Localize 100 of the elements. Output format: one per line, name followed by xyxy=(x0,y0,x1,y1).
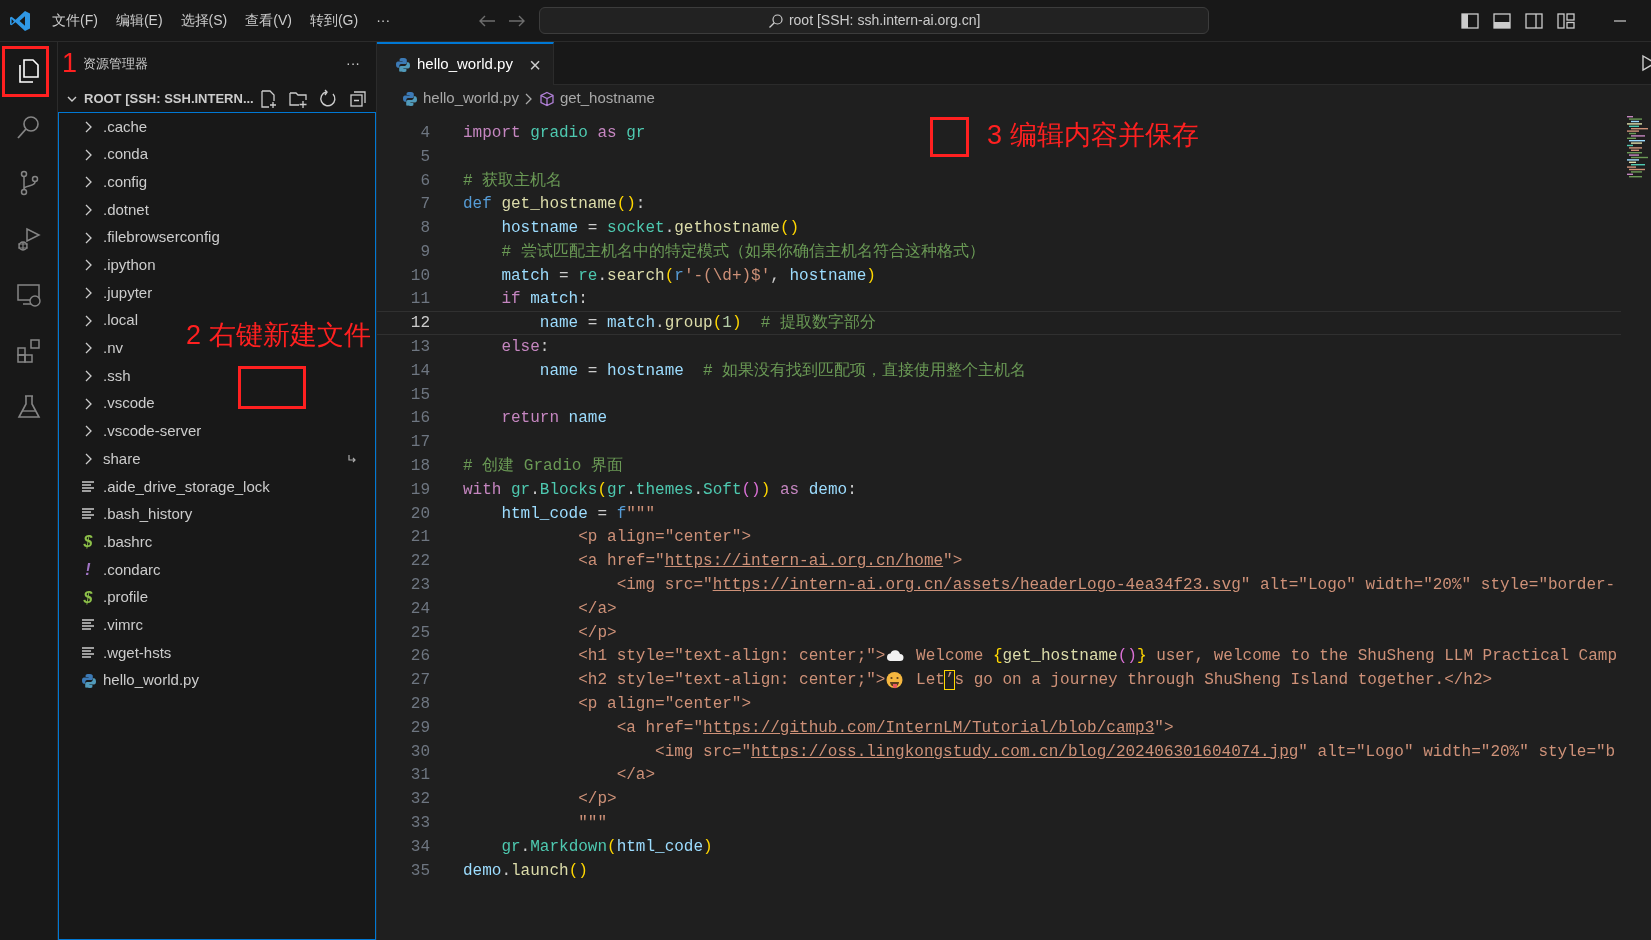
highlight-box xyxy=(930,117,969,157)
folder-header[interactable]: ROOT [SSH: SSH.INTERN... xyxy=(84,88,254,109)
folder-item[interactable]: .vscode xyxy=(103,392,155,415)
line-number: 12 xyxy=(409,313,430,335)
code-line: def get_hostname(): xyxy=(463,194,646,216)
folder-item[interactable]: .conda xyxy=(103,143,149,166)
line-number: 26 xyxy=(409,646,430,668)
menu-item[interactable]: ··· xyxy=(367,7,400,34)
app-logo-icon xyxy=(9,9,31,32)
folder-item[interactable]: .nv xyxy=(103,337,123,360)
code-line: demo.launch() xyxy=(463,860,588,882)
folder-item[interactable]: .jupyter xyxy=(103,281,153,305)
line-number: 33 xyxy=(409,813,430,834)
file-item[interactable]: .bashrc xyxy=(103,530,153,554)
code-line: <h2 style="text-align: center;"> xyxy=(577,670,886,692)
line-number: 24 xyxy=(409,598,430,620)
code-line: html_code = f""" xyxy=(500,503,656,525)
more-actions-button[interactable]: ··· xyxy=(346,53,360,74)
exclamation-icon: ! xyxy=(81,557,95,582)
menu-item[interactable]: 查看(V) xyxy=(236,7,301,34)
close-button[interactable]: × xyxy=(529,54,541,75)
python-icon xyxy=(81,672,97,689)
line-number: 18 xyxy=(409,456,430,478)
folder-item[interactable]: .ipython xyxy=(103,254,156,277)
line-number: 5 xyxy=(419,146,430,168)
text-file-icon xyxy=(81,645,95,660)
code-line: name = hostname # 如果没有找到匹配项，直接使用整个主机名 xyxy=(538,360,1027,382)
code-line: Welcome {get_hostname()} user, welcome to the ShuSheng LLM Practical Camp xyxy=(915,646,1617,668)
code-line: gr.Markdown(html_code) xyxy=(500,836,713,858)
annotation-label: 3 编辑内容并保存 xyxy=(987,122,1199,149)
editor-tab[interactable]: hello_world.py × xyxy=(377,42,554,85)
refresh-icon[interactable] xyxy=(318,88,338,109)
new-file-icon[interactable] xyxy=(258,88,278,109)
line-number: 15 xyxy=(409,384,430,406)
folder-item[interactable]: .ssh xyxy=(103,364,131,388)
menu-item[interactable]: 选择(S) xyxy=(171,7,237,34)
minimap-drawing xyxy=(1627,116,1651,180)
highlight-box xyxy=(2,46,49,97)
code-line: with gr.Blocks(gr.themes.Soft()) as demo: xyxy=(463,479,857,501)
folder-item[interactable]: .cache xyxy=(103,115,148,139)
code-line: <p align="center"> xyxy=(577,694,752,716)
line-number: 25 xyxy=(409,622,430,644)
line-number: 16 xyxy=(409,408,430,430)
file-item[interactable]: .bash_history xyxy=(103,503,193,526)
code-line: <h1 style="text-align: center;"> xyxy=(577,646,886,668)
folder-item[interactable]: .config xyxy=(103,170,148,194)
dollar-icon: $ xyxy=(81,530,95,555)
line-number: 6 xyxy=(419,170,430,192)
smiley-icon xyxy=(885,671,905,690)
menu-item[interactable]: 转到(G) xyxy=(300,7,368,34)
file-item[interactable]: .vimrc xyxy=(103,613,143,637)
text-file-icon xyxy=(81,479,95,494)
folder-item[interactable]: .vscode-server xyxy=(103,420,202,443)
file-item[interactable]: .wget-hsts xyxy=(103,641,172,665)
panel-layout-icon[interactable] xyxy=(1493,12,1511,29)
line-number: 17 xyxy=(409,432,430,454)
code-line: """ xyxy=(577,813,608,834)
code-line: name = match.group(1) # 提取数字部分 xyxy=(538,312,876,335)
text-file-icon xyxy=(81,507,95,522)
folder-item[interactable]: .dotnet xyxy=(103,198,149,222)
line-number: 23 xyxy=(409,575,430,597)
menu-item[interactable]: 编辑(E) xyxy=(106,7,172,34)
grid-layout-icon[interactable] xyxy=(1557,12,1575,29)
extensions-icon[interactable] xyxy=(14,337,43,365)
file-item[interactable]: hello_world.py xyxy=(103,669,199,692)
folder-item[interactable]: .local xyxy=(103,309,139,332)
code-line: </a> xyxy=(577,598,617,620)
menu-item[interactable]: 文件(F) xyxy=(43,7,107,34)
code-line: if match: xyxy=(500,289,588,311)
line-number: 9 xyxy=(419,241,430,263)
file-item[interactable]: .condarc xyxy=(103,558,161,582)
split-layout-icon[interactable] xyxy=(1525,12,1543,29)
folder-item[interactable]: .filebrowserconfig xyxy=(103,226,220,249)
line-number: 21 xyxy=(409,527,430,549)
sidebar-layout-icon[interactable] xyxy=(1461,12,1479,29)
line-number: 10 xyxy=(409,265,430,287)
command-center[interactable]: root [SSH: ssh.intern-ai.org.cn] xyxy=(539,7,1210,34)
code-line: </p> xyxy=(577,622,617,644)
remote-explorer-icon[interactable] xyxy=(14,281,43,309)
line-number: 11 xyxy=(409,289,430,311)
breadcrumb-item[interactable]: get_hostname xyxy=(559,87,655,110)
code-line: # 获取主机名 xyxy=(463,170,563,192)
code-line: <a href="https://intern-ai.org.cn/home"> xyxy=(577,551,963,573)
collapse-all-icon[interactable] xyxy=(348,88,368,109)
code-line: # 尝试匹配主机名中的特定模式（如果你确信主机名符合这种格式） xyxy=(500,241,985,263)
folder-item[interactable]: share xyxy=(103,447,141,471)
code-line: # 创建 Gradio 界面 xyxy=(463,456,623,478)
code-line: </p> xyxy=(577,789,617,811)
line-number: 7 xyxy=(419,194,430,216)
file-item[interactable]: .profile xyxy=(103,586,149,609)
chevron-right-icon xyxy=(523,91,534,106)
annotation-label: 2 右键新建文件 xyxy=(186,322,371,349)
text-file-icon xyxy=(81,618,95,633)
breadcrumb-item[interactable]: hello_world.py xyxy=(423,87,519,110)
python-icon xyxy=(402,90,418,107)
run-icon[interactable] xyxy=(1641,53,1651,73)
line-number: 19 xyxy=(409,479,430,501)
line-number: 27 xyxy=(409,670,430,692)
file-item[interactable]: .aide_drive_storage_lock xyxy=(103,475,270,499)
line-number: 30 xyxy=(409,741,430,763)
